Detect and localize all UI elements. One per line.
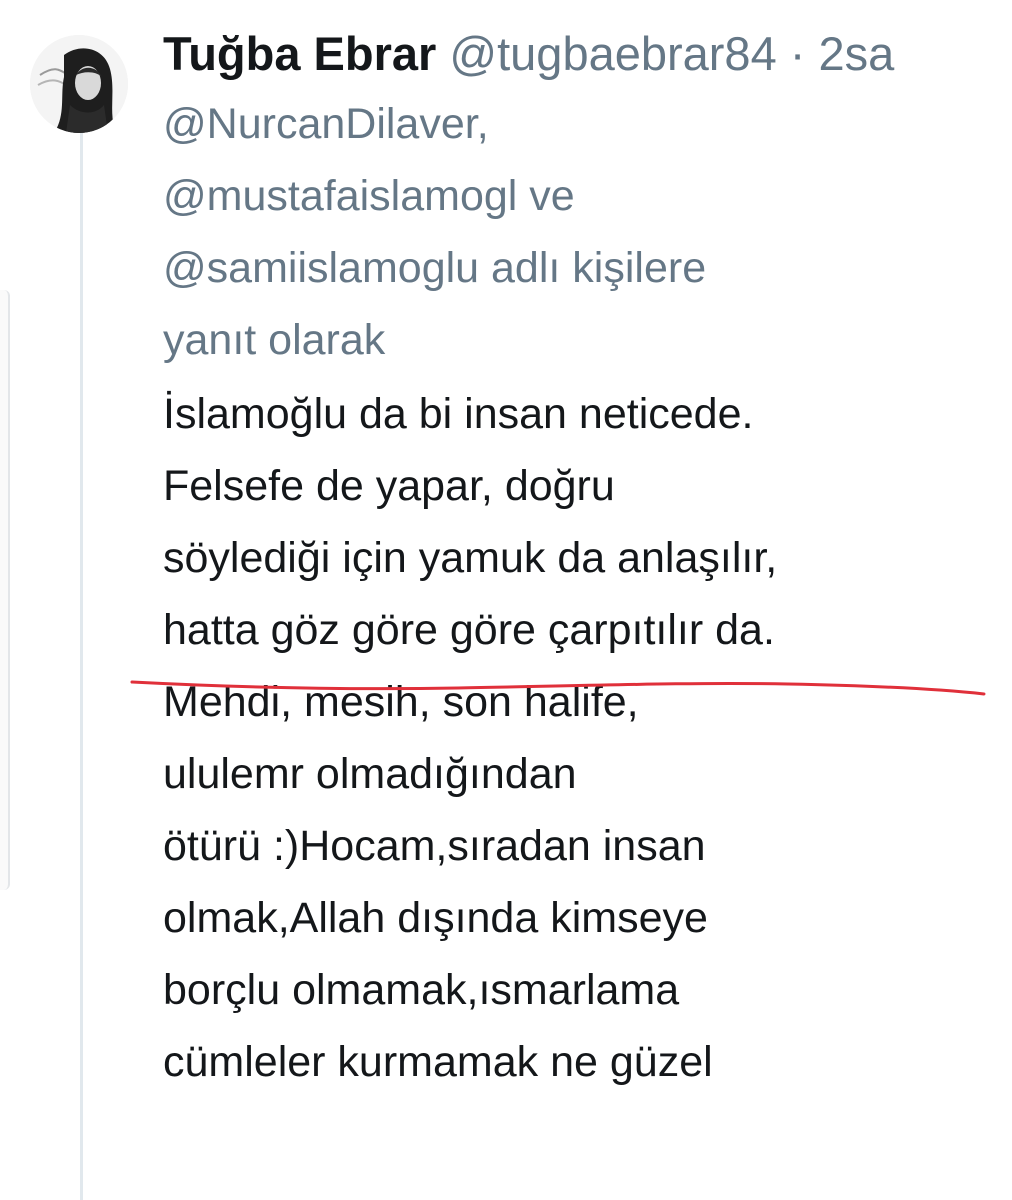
reply-line[interactable]: @NurcanDilaver,	[163, 88, 1003, 160]
tweet-header: Tuğba Ebrar @tugbaebrar84 · 2sa	[163, 22, 1003, 86]
author-handle[interactable]: @tugbaebrar84	[449, 27, 776, 80]
body-line: cümleler kurmamak ne güzel	[163, 1038, 713, 1086]
avatar-photo-icon	[30, 35, 128, 133]
body-line: ululemr olmadığından	[163, 750, 577, 798]
reply-line: yanıt olarak	[163, 316, 386, 364]
scroll-edge	[0, 290, 10, 890]
body-line: İslamoğlu da bi insan neticede.	[163, 390, 754, 438]
reply-line[interactable]: @mustafaislamogl ve	[163, 160, 1003, 232]
avatar[interactable]	[30, 35, 128, 133]
thread-line	[80, 130, 83, 1200]
reply-context: @NurcanDilaver, @mustafaislamogl ve @sam…	[163, 88, 1003, 376]
body-line: söylediği için yamuk da anlaşılır,	[163, 534, 778, 582]
body-line: Mehdi, mesih, son halife,	[163, 678, 639, 726]
tweet-body: İslamoğlu da bi insan neticede. Felsefe …	[163, 378, 1003, 1098]
tweet-time[interactable]: 2sa	[819, 27, 895, 80]
body-line: Felsefe de yapar, doğru	[163, 462, 615, 510]
reply-line[interactable]: @samiislamoglu adlı kişilere	[163, 232, 1003, 304]
body-line: borçlu olmamak,ısmarlama	[163, 966, 680, 1014]
tweet[interactable]: Tuğba Ebrar @tugbaebrar84 · 2sa @NurcanD…	[163, 22, 1003, 1098]
author-name[interactable]: Tuğba Ebrar	[163, 27, 436, 80]
body-line: olmak,Allah dışında kimseye	[163, 894, 708, 942]
header-separator: ·	[789, 27, 806, 80]
body-line: ötürü :)Hocam,sıradan insan	[163, 822, 706, 870]
body-line: hatta göz göre göre çarpıtılır da.	[163, 606, 775, 654]
